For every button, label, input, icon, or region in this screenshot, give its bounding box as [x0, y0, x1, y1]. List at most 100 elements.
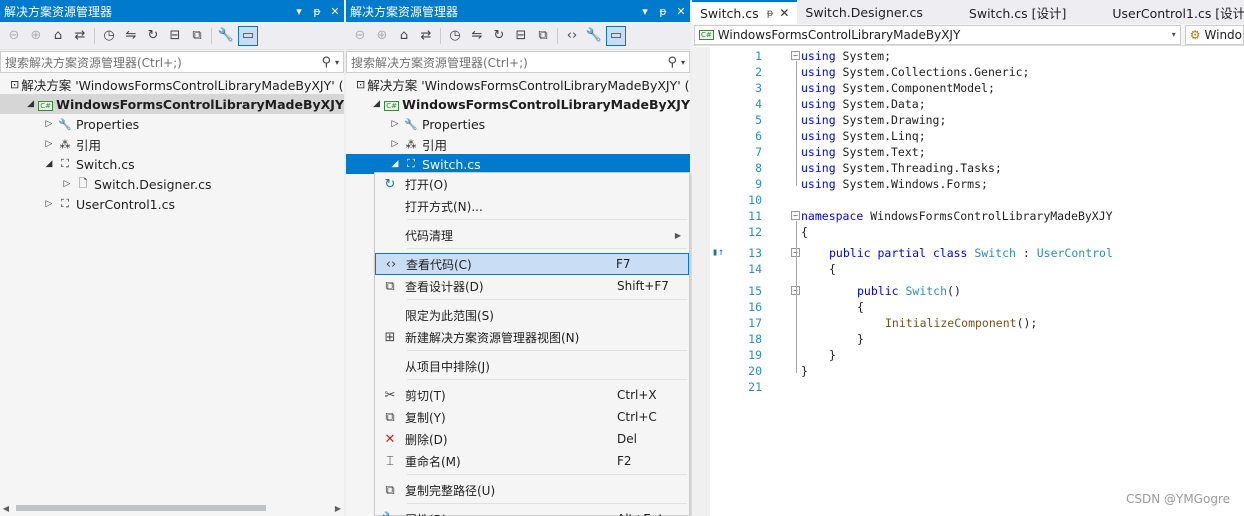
expanded-arrow-icon[interactable]: ◢ — [388, 159, 402, 169]
tree-item[interactable]: ◢ C# WindowsFormsControlLibraryMadeByXJY — [346, 94, 690, 114]
chevron-down-icon[interactable]: ▾ — [681, 58, 685, 67]
menu-item[interactable]: 限定为此范围(S) — [375, 304, 689, 326]
menu-item-label: 代码清理 — [405, 228, 454, 243]
editor-tabs: Switch.cs ᵽ ✕ Switch.Designer.cs Switch.cs [… — [692, 0, 1244, 24]
expanded-arrow-icon[interactable]: ◢ — [24, 99, 37, 109]
menu-item[interactable]: 从项目中排除(J) — [375, 355, 689, 377]
show-all-files-icon[interactable]: ⧉ — [533, 26, 553, 46]
show-all-files-icon[interactable]: ⧉ — [187, 26, 207, 46]
collapsed-arrow-icon[interactable]: ▷ — [388, 139, 402, 149]
sync-icon[interactable]: ⇋ — [467, 26, 487, 46]
tree-item[interactable]: ▷ ⁂ 引用 — [346, 134, 690, 154]
home-icon[interactable]: ⌂ — [394, 26, 414, 46]
horizontal-scrollbar[interactable]: ◀ ▶ — [0, 502, 344, 514]
type-dropdown[interactable]: ⚙ Windo — [1184, 24, 1244, 45]
menu-item[interactable]: ✂ 剪切(T) Ctrl+X — [375, 384, 689, 406]
menu-item[interactable]: ⧉ 复制完整路径(U) — [375, 479, 689, 501]
collapse-all-icon[interactable]: ⊟ — [511, 26, 531, 46]
code-line: ▮↑ 13− public partial class Switch : UserC… — [692, 245, 1244, 261]
search-placeholder: 搜索解决方案资源管理器(Ctrl+;) — [351, 55, 528, 70]
menu-item[interactable]: ‹› 查看代码(C) F7 — [375, 253, 689, 275]
menu-item[interactable]: ⧉ 查看设计器(D) Shift+F7 — [375, 275, 689, 297]
search-icon[interactable]: ⚲ — [321, 55, 331, 70]
pin-icon[interactable]: ᵽ — [308, 5, 326, 18]
close-tab-icon[interactable]: ✕ — [779, 6, 789, 20]
solution-explorer-titlebar[interactable]: 解决方案资源管理器 ▾ ᵽ ✕ — [0, 0, 344, 22]
menu-item[interactable]: 打开方式(N)... — [375, 195, 689, 217]
codelens-icon[interactable]: ▮↑ — [712, 245, 724, 261]
menu-item[interactable]: 代码清理 ▶ — [375, 224, 689, 246]
editor-tab[interactable]: Switch.cs ᵽ ✕ — [692, 0, 798, 24]
copy-icon: ⧉ — [385, 409, 395, 425]
menu-item[interactable]: 🔧属性(R)Alt+Enter — [375, 508, 689, 516]
collapsed-arrow-icon[interactable]: ▷ — [42, 119, 56, 129]
tree-item[interactable]: ▷ 🗋 Switch.Designer.cs — [0, 174, 344, 194]
preview-selected-icon[interactable]: ▭ — [606, 25, 626, 46]
collapse-region-icon[interactable]: − — [791, 211, 800, 220]
collapsed-arrow-icon[interactable]: ▷ — [42, 139, 56, 149]
pin-icon[interactable]: ᵽ — [654, 5, 672, 18]
preview-selected-icon[interactable]: ▭ — [238, 25, 258, 46]
tree-item[interactable]: ▷ ⛶ UserControl1.cs — [0, 194, 344, 214]
search-input[interactable]: 搜索解决方案资源管理器(Ctrl+;) ⚲ ▾ — [346, 51, 690, 73]
back-icon[interactable]: ⊖ — [350, 26, 370, 46]
menu-item[interactable]: ✕ 删除(D) Del — [375, 428, 689, 450]
collapse-all-icon[interactable]: ⊟ — [165, 26, 185, 46]
forward-icon[interactable]: ⊕ — [372, 26, 392, 46]
search-input[interactable]: 搜索解决方案资源管理器(Ctrl+;) ⚲ ▾ — [0, 51, 344, 73]
dropdown-icon[interactable]: ▾ — [636, 5, 654, 18]
editor-tab[interactable]: Switch.Designer.cs — [797, 0, 931, 24]
switch-views-icon[interactable]: ⇄ — [416, 26, 436, 46]
scroll-left-icon[interactable]: ◀ — [0, 504, 12, 513]
tree-item[interactable]: ▷ 🔧 Properties — [0, 114, 344, 134]
menu-item[interactable]: ⧉ 复制(Y) Ctrl+C — [375, 406, 689, 428]
project-dropdown[interactable]: C# WindowsFormsControlLibraryMadeByXJY ▾ — [694, 24, 1181, 45]
home-icon[interactable]: ⌂ — [48, 26, 68, 46]
menu-item[interactable]: ⊞ 新建解决方案资源管理器视图(N) — [375, 326, 689, 348]
scroll-thumb[interactable] — [16, 505, 266, 511]
tree-item[interactable]: ◢ ⛶ Switch.cs — [0, 154, 344, 174]
tree-item[interactable]: ◢ ⛶ Switch.cs — [346, 154, 690, 174]
expanded-arrow-icon[interactable]: ◢ — [42, 159, 56, 169]
refresh-icon[interactable]: ↻ — [489, 26, 509, 46]
close-icon[interactable]: ✕ — [672, 5, 690, 18]
forward-icon[interactable]: ⊕ — [26, 26, 46, 46]
collapsed-arrow-icon[interactable]: ▷ — [42, 199, 56, 209]
code-text: using System.ComponentModel; — [801, 81, 995, 95]
code-text: } — [829, 348, 836, 362]
chevron-down-icon[interactable]: ▾ — [335, 58, 339, 67]
menu-item-label: 新建解决方案资源管理器视图(N) — [405, 330, 580, 345]
view-code-icon[interactable]: ‹› — [562, 26, 582, 46]
collapsed-arrow-icon[interactable]: ▷ — [60, 179, 74, 189]
tree-item[interactable]: ▷ 🔧 Properties — [346, 114, 690, 134]
collapsed-arrow-icon[interactable]: ▷ — [388, 119, 402, 129]
collapse-region-icon[interactable]: − — [791, 51, 800, 60]
csharp-project-icon: C# — [38, 100, 54, 111]
pin-icon[interactable]: ᵽ — [767, 8, 774, 19]
tree-item-label: Switch.cs — [76, 156, 135, 172]
menu-item-label: 复制(Y) — [405, 410, 446, 425]
tree-item[interactable]: ◢ C# WindowsFormsControlLibraryMadeByXJY — [0, 94, 344, 114]
close-icon[interactable]: ✕ — [326, 5, 344, 18]
sync-icon[interactable]: ⇋ — [121, 26, 141, 46]
solution-explorer-titlebar[interactable]: 解决方案资源管理器 ▾ ᵽ ✕ — [346, 0, 690, 22]
menu-item[interactable]: ↻ 打开(O) — [375, 173, 689, 195]
properties-icon[interactable]: 🔧 — [584, 26, 604, 46]
menu-item[interactable]: ⌶ 重命名(M) F2 — [375, 450, 689, 472]
tree-item[interactable]: ▷ ⁂ 引用 — [0, 134, 344, 154]
expanded-arrow-icon[interactable]: ◢ — [370, 99, 383, 109]
scroll-right-icon[interactable]: ▶ — [332, 504, 344, 513]
back-icon[interactable]: ⊖ — [4, 26, 24, 46]
pending-changes-icon[interactable]: ◷ — [99, 26, 119, 46]
tree-item[interactable]: ⊡ 解决方案 'WindowsFormsControlLibraryMadeByX… — [0, 74, 344, 94]
pending-changes-icon[interactable]: ◷ — [445, 26, 465, 46]
properties-icon[interactable]: 🔧 — [216, 26, 236, 46]
editor-tab[interactable]: Switch.cs [设计] — [961, 0, 1074, 24]
code-area[interactable]: 1− using System; 2 using System.Collections… — [692, 47, 1244, 516]
refresh-icon[interactable]: ↻ — [143, 26, 163, 46]
editor-tab[interactable]: UserControl1.cs [设计] — [1104, 0, 1244, 24]
switch-views-icon[interactable]: ⇄ — [70, 26, 90, 46]
search-icon[interactable]: ⚲ — [667, 55, 677, 70]
dropdown-icon[interactable]: ▾ — [290, 5, 308, 18]
tree-item[interactable]: ⊡ 解决方案 'WindowsFormsControlLibraryMadeByX… — [346, 74, 690, 94]
